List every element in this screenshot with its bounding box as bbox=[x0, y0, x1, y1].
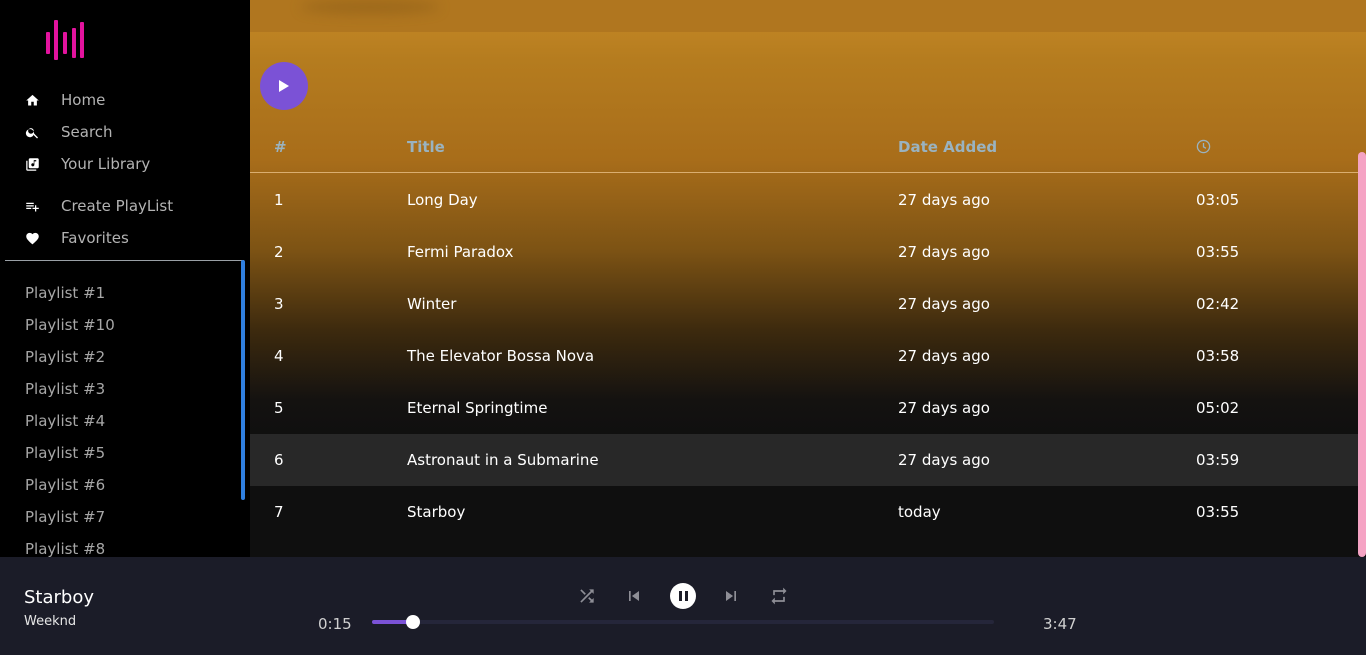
playlist-item[interactable]: Playlist #1 bbox=[0, 277, 240, 309]
playlist-item[interactable]: Playlist #2 bbox=[0, 341, 240, 373]
home-icon bbox=[25, 93, 40, 108]
playlist-list: Playlist #1 Playlist #10 Playlist #2 Pla… bbox=[0, 277, 240, 557]
nav-library-label: Your Library bbox=[61, 155, 151, 173]
track-title: Winter bbox=[407, 295, 457, 313]
track-title: The Elevator Bossa Nova bbox=[407, 347, 595, 365]
playlist-add-icon bbox=[25, 199, 40, 214]
playlist-banner bbox=[250, 0, 1366, 32]
track-number: 1 bbox=[274, 191, 284, 209]
nav-home[interactable]: Home bbox=[0, 84, 250, 116]
next-button[interactable] bbox=[719, 584, 743, 608]
shuffle-icon bbox=[580, 589, 594, 603]
track-title: Astronaut in a Submarine bbox=[407, 451, 599, 469]
play-playlist-button[interactable] bbox=[260, 62, 308, 110]
main-nav: Home Search Your Library bbox=[0, 84, 250, 180]
table-row-active[interactable]: 6 Astronaut in a Submarine 27 days ago 0… bbox=[250, 434, 1359, 486]
track-duration: 03:05 bbox=[1196, 191, 1240, 209]
track-number: 7 bbox=[274, 503, 284, 521]
track-number: 5 bbox=[274, 399, 284, 417]
playlist-item[interactable]: Playlist #10 bbox=[0, 309, 240, 341]
track-number: 2 bbox=[274, 243, 284, 261]
previous-button[interactable] bbox=[622, 584, 646, 608]
playlist-item[interactable]: Playlist #8 bbox=[0, 533, 240, 557]
track-title: Eternal Springtime bbox=[407, 399, 548, 417]
total-time: 3:47 bbox=[1043, 615, 1077, 633]
sidebar-scrollbar[interactable] bbox=[241, 260, 245, 500]
table-row[interactable]: 3 Winter 27 days ago 02:42 bbox=[250, 278, 1359, 330]
progress-bar[interactable] bbox=[372, 615, 994, 629]
app-logo[interactable] bbox=[46, 20, 84, 60]
play-icon bbox=[279, 80, 289, 92]
main-scrollbar[interactable] bbox=[1358, 152, 1366, 557]
track-title: Long Day bbox=[407, 191, 478, 209]
table-row[interactable]: 5 Eternal Springtime 27 days ago 05:02 bbox=[250, 382, 1359, 434]
track-duration: 03:55 bbox=[1196, 243, 1240, 261]
track-number: 4 bbox=[274, 347, 284, 365]
track-date-added: 27 days ago bbox=[898, 191, 990, 209]
player-bar: Starboy Weeknd 0:15 3:47 bbox=[0, 557, 1366, 655]
track-duration: 03:58 bbox=[1196, 347, 1240, 365]
header-number: # bbox=[274, 138, 287, 156]
track-duration: 03:55 bbox=[1196, 503, 1240, 521]
skip-previous-icon bbox=[629, 591, 639, 601]
track-duration: 03:59 bbox=[1196, 451, 1240, 469]
table-header: # Title Date Added bbox=[250, 126, 1359, 173]
track-date-added: 27 days ago bbox=[898, 451, 990, 469]
table-row[interactable]: 4 The Elevator Bossa Nova 27 days ago 03… bbox=[250, 330, 1359, 382]
progress-handle[interactable] bbox=[406, 615, 421, 629]
nav-library[interactable]: Your Library bbox=[0, 148, 250, 180]
pause-icon bbox=[678, 591, 682, 601]
playlist-item[interactable]: Playlist #7 bbox=[0, 501, 240, 533]
repeat-button[interactable] bbox=[767, 584, 791, 608]
current-time: 0:15 bbox=[318, 615, 352, 633]
nav-search-label: Search bbox=[61, 123, 113, 141]
track-date-added: 27 days ago bbox=[898, 295, 990, 313]
playlist-item[interactable]: Playlist #4 bbox=[0, 405, 240, 437]
track-number: 3 bbox=[274, 295, 284, 313]
table-row[interactable]: 7 Starboy today 03:55 bbox=[250, 486, 1359, 538]
track-date-added: 27 days ago bbox=[898, 243, 990, 261]
library-icon bbox=[25, 157, 40, 172]
header-date-added[interactable]: Date Added bbox=[898, 138, 997, 156]
track-title: Fermi Paradox bbox=[407, 243, 514, 261]
track-duration: 05:02 bbox=[1196, 399, 1240, 417]
track-title: Starboy bbox=[407, 503, 466, 521]
main-content: # Title Date Added 1 Long Day 27 days ag… bbox=[250, 0, 1366, 557]
nav-search[interactable]: Search bbox=[0, 116, 250, 148]
nav-home-label: Home bbox=[61, 91, 106, 109]
track-number: 6 bbox=[274, 451, 284, 469]
banner-cover-shadow bbox=[300, 0, 440, 14]
table-row[interactable]: 2 Fermi Paradox 27 days ago 03:55 bbox=[250, 226, 1359, 278]
shuffle-button[interactable] bbox=[575, 584, 599, 608]
playlist-item[interactable]: Playlist #3 bbox=[0, 373, 240, 405]
create-playlist-button[interactable]: Create PlayList bbox=[0, 190, 250, 222]
repeat-icon bbox=[771, 587, 787, 605]
table-row[interactable]: 1 Long Day 27 days ago 03:05 bbox=[250, 174, 1359, 226]
favorites-button[interactable]: Favorites bbox=[0, 222, 250, 254]
now-playing-title: Starboy bbox=[24, 587, 95, 608]
playlist-item[interactable]: Playlist #5 bbox=[0, 437, 240, 469]
search-icon bbox=[25, 125, 40, 140]
header-title[interactable]: Title bbox=[407, 138, 445, 156]
pause-button[interactable] bbox=[670, 583, 696, 609]
track-date-added: 27 days ago bbox=[898, 399, 990, 417]
track-duration: 02:42 bbox=[1196, 295, 1240, 313]
track-date-added: today bbox=[898, 503, 941, 521]
favorites-label: Favorites bbox=[61, 229, 129, 247]
sidebar-divider bbox=[5, 260, 244, 261]
track-date-added: 27 days ago bbox=[898, 347, 990, 365]
now-playing-artist: Weeknd bbox=[24, 614, 77, 629]
playlist-item[interactable]: Playlist #6 bbox=[0, 469, 240, 501]
sidebar-actions: Create PlayList Favorites bbox=[0, 190, 250, 254]
clock-icon bbox=[1196, 139, 1211, 154]
create-playlist-label: Create PlayList bbox=[61, 197, 174, 215]
sidebar: Home Search Your Library Create PlayList… bbox=[0, 0, 250, 557]
heart-icon bbox=[25, 231, 40, 246]
skip-next-icon bbox=[726, 591, 736, 601]
